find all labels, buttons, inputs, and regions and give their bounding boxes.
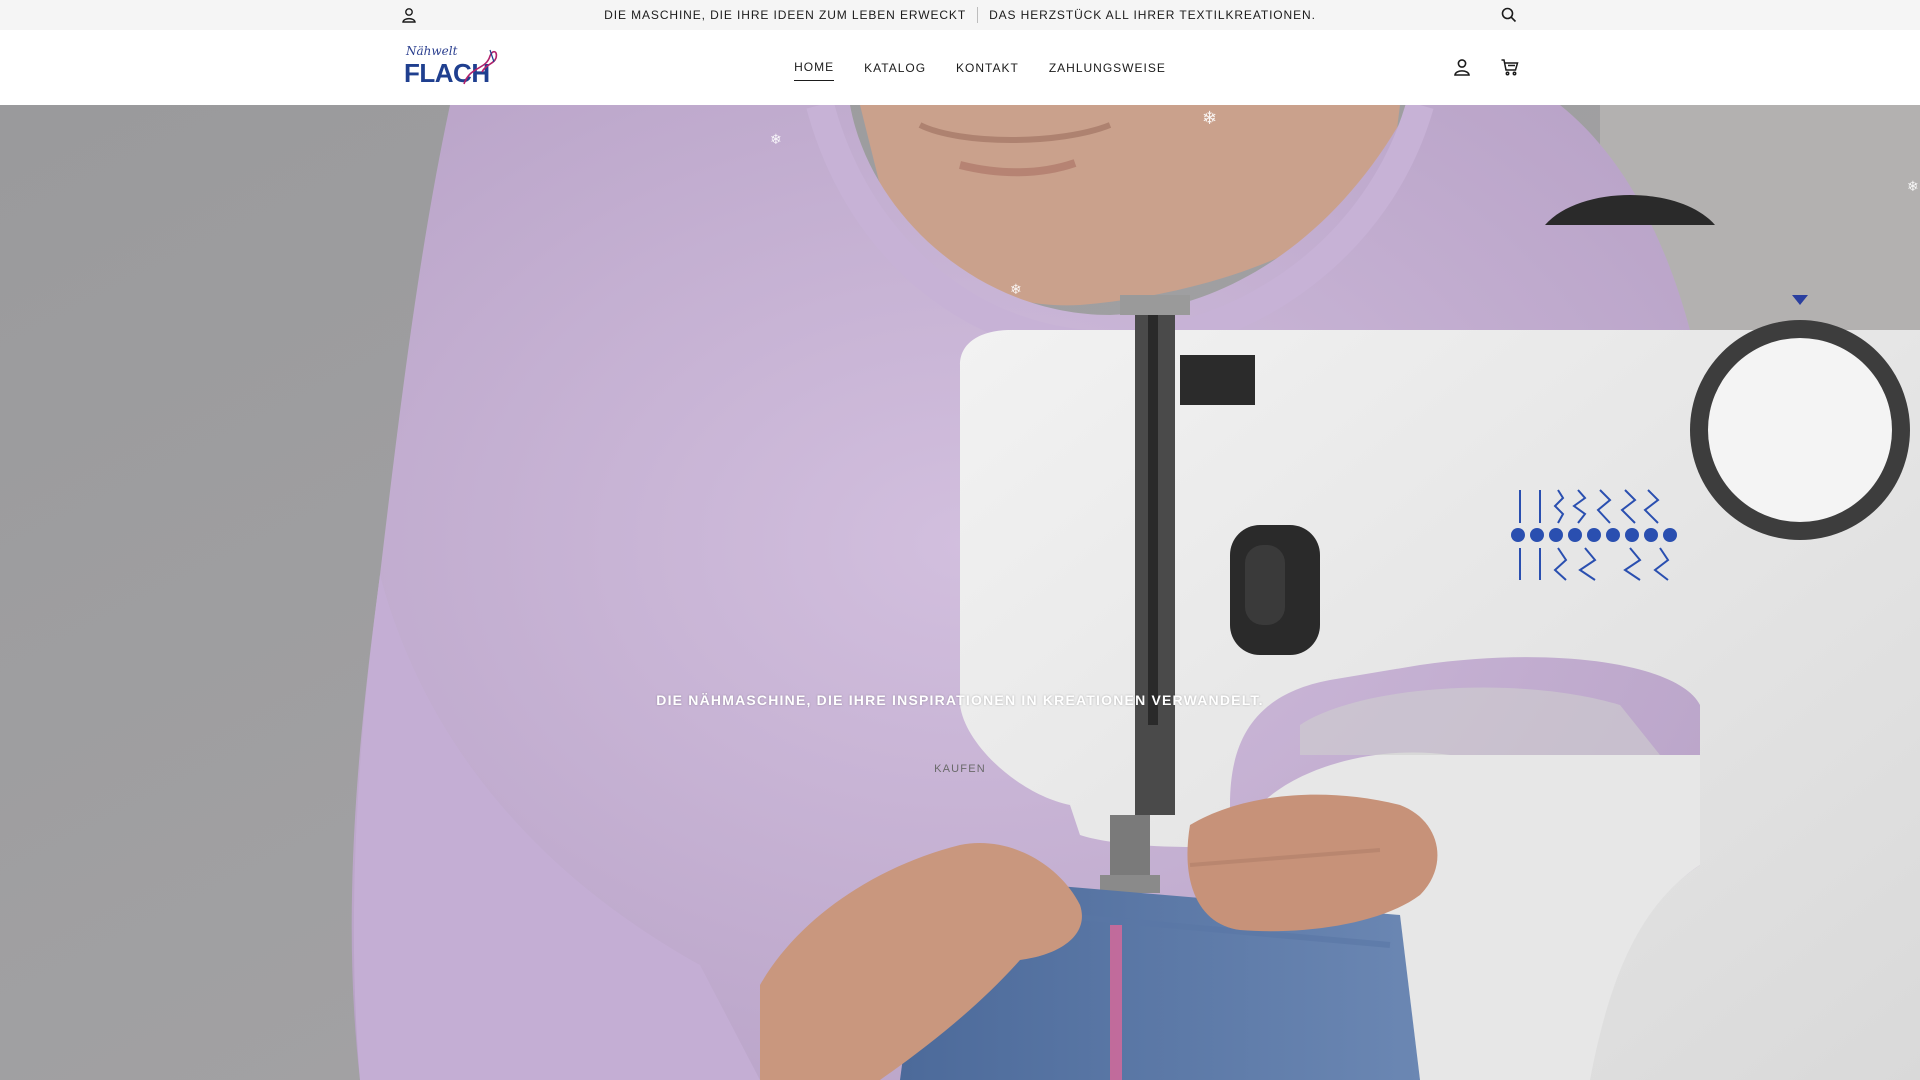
hero-heading: DIE NÄHMASCHINE, DIE IHRE INSPIRATIONEN … — [656, 692, 1264, 708]
announcement-message-1: DIE MASCHINE, DIE IHRE IDEEN ZUM LEBEN E… — [604, 8, 967, 22]
announce-search-icon[interactable] — [1500, 6, 1518, 24]
main-navigation: HOME KATALOG KONTAKT ZAHLUNGSWEISE — [0, 30, 1920, 105]
shop-now-button[interactable]: KAUFEN — [910, 763, 1010, 775]
announcement-bar: DIE MASCHINE, DIE IHRE IDEEN ZUM LEBEN E… — [0, 0, 1920, 30]
account-icon[interactable] — [1452, 57, 1472, 77]
announcement-message-2: DAS HERZSTÜCK ALL IHRER TEXTILKREATIONEN… — [989, 8, 1316, 22]
nav-item-katalog[interactable]: KATALOG — [864, 55, 926, 81]
hero-banner: ❄ ❄ ❄ ❄ DIE NÄHMASCHINE, DIE IHRE INSPIR… — [0, 105, 1920, 1080]
snowflake-icon: ❄ — [1010, 281, 1022, 297]
nav-item-kontakt[interactable]: KONTAKT — [956, 55, 1019, 81]
announcement-messages: DIE MASCHINE, DIE IHRE IDEEN ZUM LEBEN E… — [0, 0, 1920, 30]
nav-item-home[interactable]: HOME — [794, 54, 835, 81]
site-header: Nähwelt FLACH HOME KATALOG KONTAKT ZAHLU… — [0, 30, 1920, 105]
snowflake-icon: ❄ — [770, 131, 782, 147]
announcement-divider — [977, 7, 979, 23]
nav-item-zahlungsweise[interactable]: ZAHLUNGSWEISE — [1049, 55, 1166, 81]
cart-icon[interactable] — [1500, 57, 1520, 77]
snowflake-icon: ❄ — [1202, 108, 1218, 128]
hero-image — [0, 105, 1920, 1080]
snowflake-icon: ❄ — [1907, 178, 1919, 194]
